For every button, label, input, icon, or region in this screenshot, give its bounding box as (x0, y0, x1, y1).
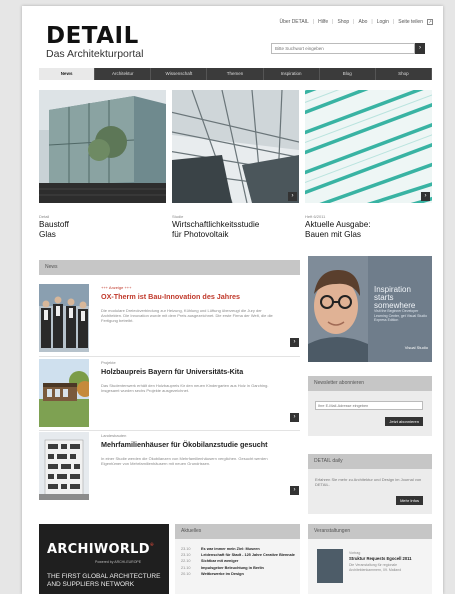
archiworld-powered-by: Powered by ARCHI-EUROPE (95, 560, 142, 564)
event-title[interactable]: Struktur Requests Egocell 2011 (349, 556, 429, 561)
feature-title[interactable]: Baustoff Glas (39, 220, 166, 240)
newsletter-subscribe-button[interactable]: Jetzt abonnieren (385, 417, 423, 426)
news-arrow-button[interactable]: › (290, 413, 299, 422)
news-teaser: Das Studentenwerk erhält den Holzbauprei… (101, 383, 269, 393)
feature-title[interactable]: Aktuelle Ausgabe: Bauen mit Glas (305, 220, 432, 240)
event-thumbnail[interactable] (317, 549, 343, 583)
search-submit-button[interactable]: › (415, 43, 425, 54)
advertisement-banner[interactable]: Inspiration starts somewhere Visit the B… (308, 256, 432, 362)
top-link-shop[interactable]: Shop (337, 19, 349, 25)
feature-teaser[interactable]: Detail Baustoff Glas (39, 90, 166, 240)
aktuelles-heading: Aktuelles (175, 524, 300, 539)
news-arrow-button[interactable]: › (290, 338, 299, 347)
tab-news[interactable]: News (39, 68, 96, 80)
page: DETAIL Das Architekturportal Über DETAIL… (22, 6, 443, 594)
top-link-share[interactable]: Seite teilen (398, 19, 423, 25)
archiworld-logo: ARCHIWORLD® (47, 542, 155, 557)
divider (39, 430, 300, 431)
news-teaser: Die modulare Dreieckverbindung zur Heizu… (101, 308, 273, 323)
news-title[interactable]: OX-Therm ist Bau-Innovation des Jahres (101, 292, 296, 301)
news-title[interactable]: Mehrfamilienhäuser für Ökobilanzstudie g… (101, 440, 296, 449)
tab-inspiration[interactable]: Inspiration (264, 68, 320, 80)
news-item[interactable]: Projekte Holzbaupreis Bayern für Univers… (39, 359, 300, 427)
top-link-login[interactable]: Login (377, 19, 389, 25)
feature-title[interactable]: Wirtschaftlichkeitsstudie für Photovoltai… (172, 220, 299, 240)
tab-wissenschaft[interactable]: Wissenschaft (151, 68, 208, 80)
feature-kicker: Studie (172, 214, 184, 219)
feature-image[interactable]: › (305, 90, 432, 203)
newsletter-email-input[interactable] (315, 401, 423, 410)
aktuelles-box: Aktuelles 23.10 Es war immer mein Ziel: M… (175, 524, 300, 594)
main-nav: News Architektur Wissenschaft Themen Ins… (39, 68, 432, 80)
top-link-abo[interactable]: Abo (358, 19, 367, 25)
event-subtitle: Die Veranstaltung für regionale Architek… (349, 563, 402, 572)
news-section-header: News (39, 260, 300, 275)
veranstaltungen-box: Veranstaltungen Vortrag Struktur Request… (308, 524, 432, 594)
archiworld-banner[interactable]: ARCHIWORLD® Powered by ARCHI-EUROPE THE … (39, 524, 169, 594)
tab-blog[interactable]: Blog (320, 68, 376, 80)
ad-headline: Inspiration starts somewhere (374, 285, 416, 310)
feature-teaser[interactable]: › Heft 6/2011 Aktuelle Ausgabe: Bauen mit… (305, 90, 432, 240)
tab-architektur[interactable]: Architektur (95, 68, 152, 80)
logo-subtitle: Das Architekturportal (46, 48, 144, 60)
tab-themen[interactable]: Themen (207, 68, 264, 80)
feature-arrow-button[interactable]: › (421, 192, 430, 201)
logo-wordmark: DETAIL (46, 23, 139, 49)
news-thumbnail[interactable] (39, 432, 89, 500)
feature-image[interactable]: › (172, 90, 299, 203)
news-title[interactable]: Holzbaupreis Bayern für Universitäts-Kit… (101, 367, 296, 376)
detail-daily-box: DETAIL daily Erfahren Sie mehr zu Archit… (308, 454, 432, 514)
veranstaltungen-heading: Veranstaltungen (308, 524, 432, 539)
news-kicker: Projekte (101, 360, 116, 365)
news-thumbnail[interactable] (39, 359, 89, 427)
top-link-help[interactable]: Hilfe (318, 19, 328, 25)
detail-daily-button[interactable]: Mehr Infos (396, 496, 423, 505)
top-link-about[interactable]: Über DETAIL (279, 19, 308, 25)
divider (39, 356, 300, 357)
news-item[interactable]: Landesbauten Mehrfamilienhäuser für Ökob… (39, 432, 300, 500)
ad-brand: Visual Studio (404, 345, 428, 350)
newsletter-heading: Newsletter abonnieren (308, 376, 432, 391)
archiworld-slogan: THE FIRST GLOBAL ARCHITECTURE AND SUPPLI… (47, 573, 161, 588)
search-form: › (271, 43, 425, 54)
feature-teaser[interactable]: › Studie Wirtschaftlichkeitsstudie für Ph… (172, 90, 299, 240)
share-icon[interactable]: ↗ (427, 19, 433, 25)
detail-daily-heading: DETAIL daily (308, 454, 432, 469)
aktuelles-row[interactable]: 20.10 Wettbewerbe im Design (175, 571, 300, 577)
site-logo[interactable]: DETAIL Das Architekturportal (46, 23, 144, 61)
top-links: Über DETAIL | Hilfe | Shop | Abo | Login | Se… (279, 19, 433, 25)
news-kicker: +++ Anzeige +++ (101, 285, 132, 290)
feature-image[interactable] (39, 90, 166, 203)
news-teaser: In einer Studie werden die Ökobilanzen v… (101, 456, 268, 466)
news-item[interactable]: +++ Anzeige +++ OX-Therm ist Bau-Innovat… (39, 284, 300, 352)
news-arrow-button[interactable]: › (290, 486, 299, 495)
feature-kicker: Detail (39, 214, 50, 219)
ad-portrait (308, 256, 368, 362)
feature-arrow-button[interactable]: › (288, 192, 297, 201)
search-input[interactable] (271, 43, 415, 54)
news-thumbnail[interactable] (39, 284, 89, 352)
tab-shop[interactable]: Shop (376, 68, 432, 80)
detail-daily-text: Erfahren Sie mehr zu Architektur und Des… (315, 477, 422, 487)
ad-body: Visit the Beginner Developer Learning Ce… (374, 309, 428, 322)
news-kicker: Landesbauten (101, 433, 127, 438)
newsletter-box: Newsletter abonnieren Jetzt abonnieren (308, 376, 432, 436)
event-kicker: Vortrag (349, 551, 361, 555)
feature-kicker: Heft 6/2011 (305, 214, 326, 219)
